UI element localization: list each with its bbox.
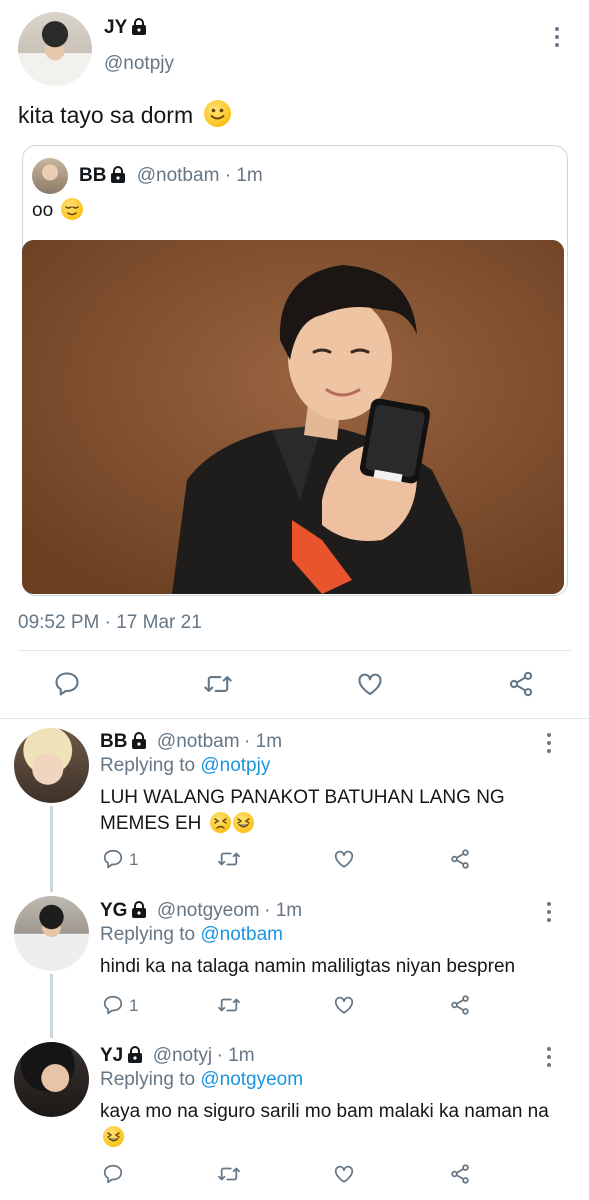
heart-icon [334,850,354,868]
divider [18,650,571,651]
retweet-button[interactable] [203,670,233,698]
more-options-icon[interactable] [546,902,552,926]
reply-text: LUH WALANG PANAKOT BATUHAN LANG NG MEMES… [100,785,540,837]
replying-to: Replying to @notpjy [100,755,270,777]
reply-text: kaya mo na siguro sarili mo bam malaki k… [100,1099,555,1151]
reply-icon [103,995,123,1015]
share-button[interactable] [449,1163,471,1185]
like-button[interactable] [333,994,355,1016]
author-display-name: JY [104,17,128,38]
retweet-button[interactable] [217,1163,241,1185]
retweet-icon [218,998,240,1012]
replying-to-handle[interactable]: @notpjy [200,755,270,776]
reply-age: · 1m [264,900,303,921]
reply-count: 1 [129,850,139,869]
reply-text-body: LUH WALANG PANAKOT BATUHAN LANG NG MEMES… [100,787,505,834]
like-button[interactable] [333,848,355,870]
share-button[interactable] [507,670,535,698]
reply-handle: @notyj [152,1045,213,1066]
tweet-text-body: kita tayo sa dorm [18,102,194,128]
author-name-row[interactable]: JY [104,17,147,39]
lock-icon [132,732,147,749]
reply-display-name: BB [100,731,128,752]
reply-icon [103,1164,123,1184]
quoted-age: · 1m [224,165,263,186]
relieved-face-icon [61,198,84,220]
retweet-button[interactable] [217,848,241,870]
lock-icon [128,1046,143,1063]
lock-icon [132,901,147,918]
photo-person-with-phone [22,240,564,594]
reply-age: · 1m [216,1045,255,1066]
reply-author-row[interactable]: BB @notbam · 1m [100,731,282,753]
share-button[interactable] [449,994,471,1016]
grinning-squinting-face-icon [232,812,254,833]
tweet-timestamp: 09:52 PM · 17 Mar 21 [18,612,202,633]
thread-connector [50,806,53,892]
reply-text: hindi ka na talaga namin maliligtas niya… [100,954,560,980]
reply-button[interactable] [102,1163,124,1185]
replying-to-label: Replying to [100,1069,196,1090]
reply-display-name: YG [100,900,128,921]
lock-icon [111,166,126,183]
reply-icon [103,849,123,869]
retweet-icon [204,676,232,692]
replying-to: Replying to @notgyeom [100,1069,303,1091]
heart-icon [334,1165,354,1183]
author-handle[interactable]: @notpjy [104,53,174,75]
retweet-icon [218,852,240,866]
reply-avatar[interactable] [14,896,89,971]
share-button[interactable] [449,848,471,870]
reply-icon [55,672,79,696]
replying-to-handle[interactable]: @notgyeom [200,1069,303,1090]
more-options-icon[interactable] [554,27,560,51]
reply-avatar[interactable] [14,1042,89,1117]
thread-connector [50,974,53,1038]
reply-button[interactable] [102,848,124,870]
more-options-icon[interactable] [546,733,552,757]
quoted-tweet-image[interactable] [22,240,564,594]
reply-display-name: YJ [100,1045,124,1066]
more-options-icon[interactable] [546,1047,552,1071]
heart-icon [334,996,354,1014]
like-button[interactable] [333,1163,355,1185]
reply-author-row[interactable]: YJ @notyj · 1m [100,1045,255,1067]
quoted-text: oo [32,198,84,222]
quoted-display-name: BB [79,165,107,186]
quoted-author-row: BB @notbam · 1m [79,165,263,187]
lock-icon [132,18,147,35]
persevering-face-icon [209,812,231,833]
tweet-text: kita tayo sa dorm [18,100,231,129]
share-icon [509,671,533,697]
reply-button[interactable] [102,994,124,1016]
replying-to: Replying to @notbam [100,924,283,946]
reply-text-body: hindi ka na talaga namin maliligtas niya… [100,956,516,977]
heart-icon [358,673,382,695]
author-avatar[interactable] [18,12,92,86]
reply-handle: @notgyeom [156,900,260,921]
retweet-button[interactable] [217,994,241,1016]
quoted-author-avatar [32,158,68,194]
reply-author-row[interactable]: YG @notgyeom · 1m [100,900,302,922]
like-button[interactable] [356,670,384,698]
share-icon [451,849,469,869]
reply-handle: @notbam [156,731,240,752]
quoted-text-body: oo [32,200,54,221]
replying-to-label: Replying to [100,755,196,776]
grinning-squinting-face-icon [103,1126,124,1147]
share-icon [451,995,469,1015]
reply-button[interactable] [53,670,81,698]
reply-count: 1 [129,996,139,1015]
replying-to-handle[interactable]: @notbam [200,924,283,945]
replying-to-label: Replying to [100,924,196,945]
share-icon [451,1164,469,1184]
reply-age: · 1m [244,731,283,752]
reply-text-body: kaya mo na siguro sarili mo bam malaki k… [100,1101,549,1122]
retweet-icon [218,1167,240,1181]
slightly-smiling-face-icon [203,100,231,127]
quoted-handle: @notbam [136,165,220,186]
divider [0,718,589,719]
reply-avatar[interactable] [14,728,89,803]
